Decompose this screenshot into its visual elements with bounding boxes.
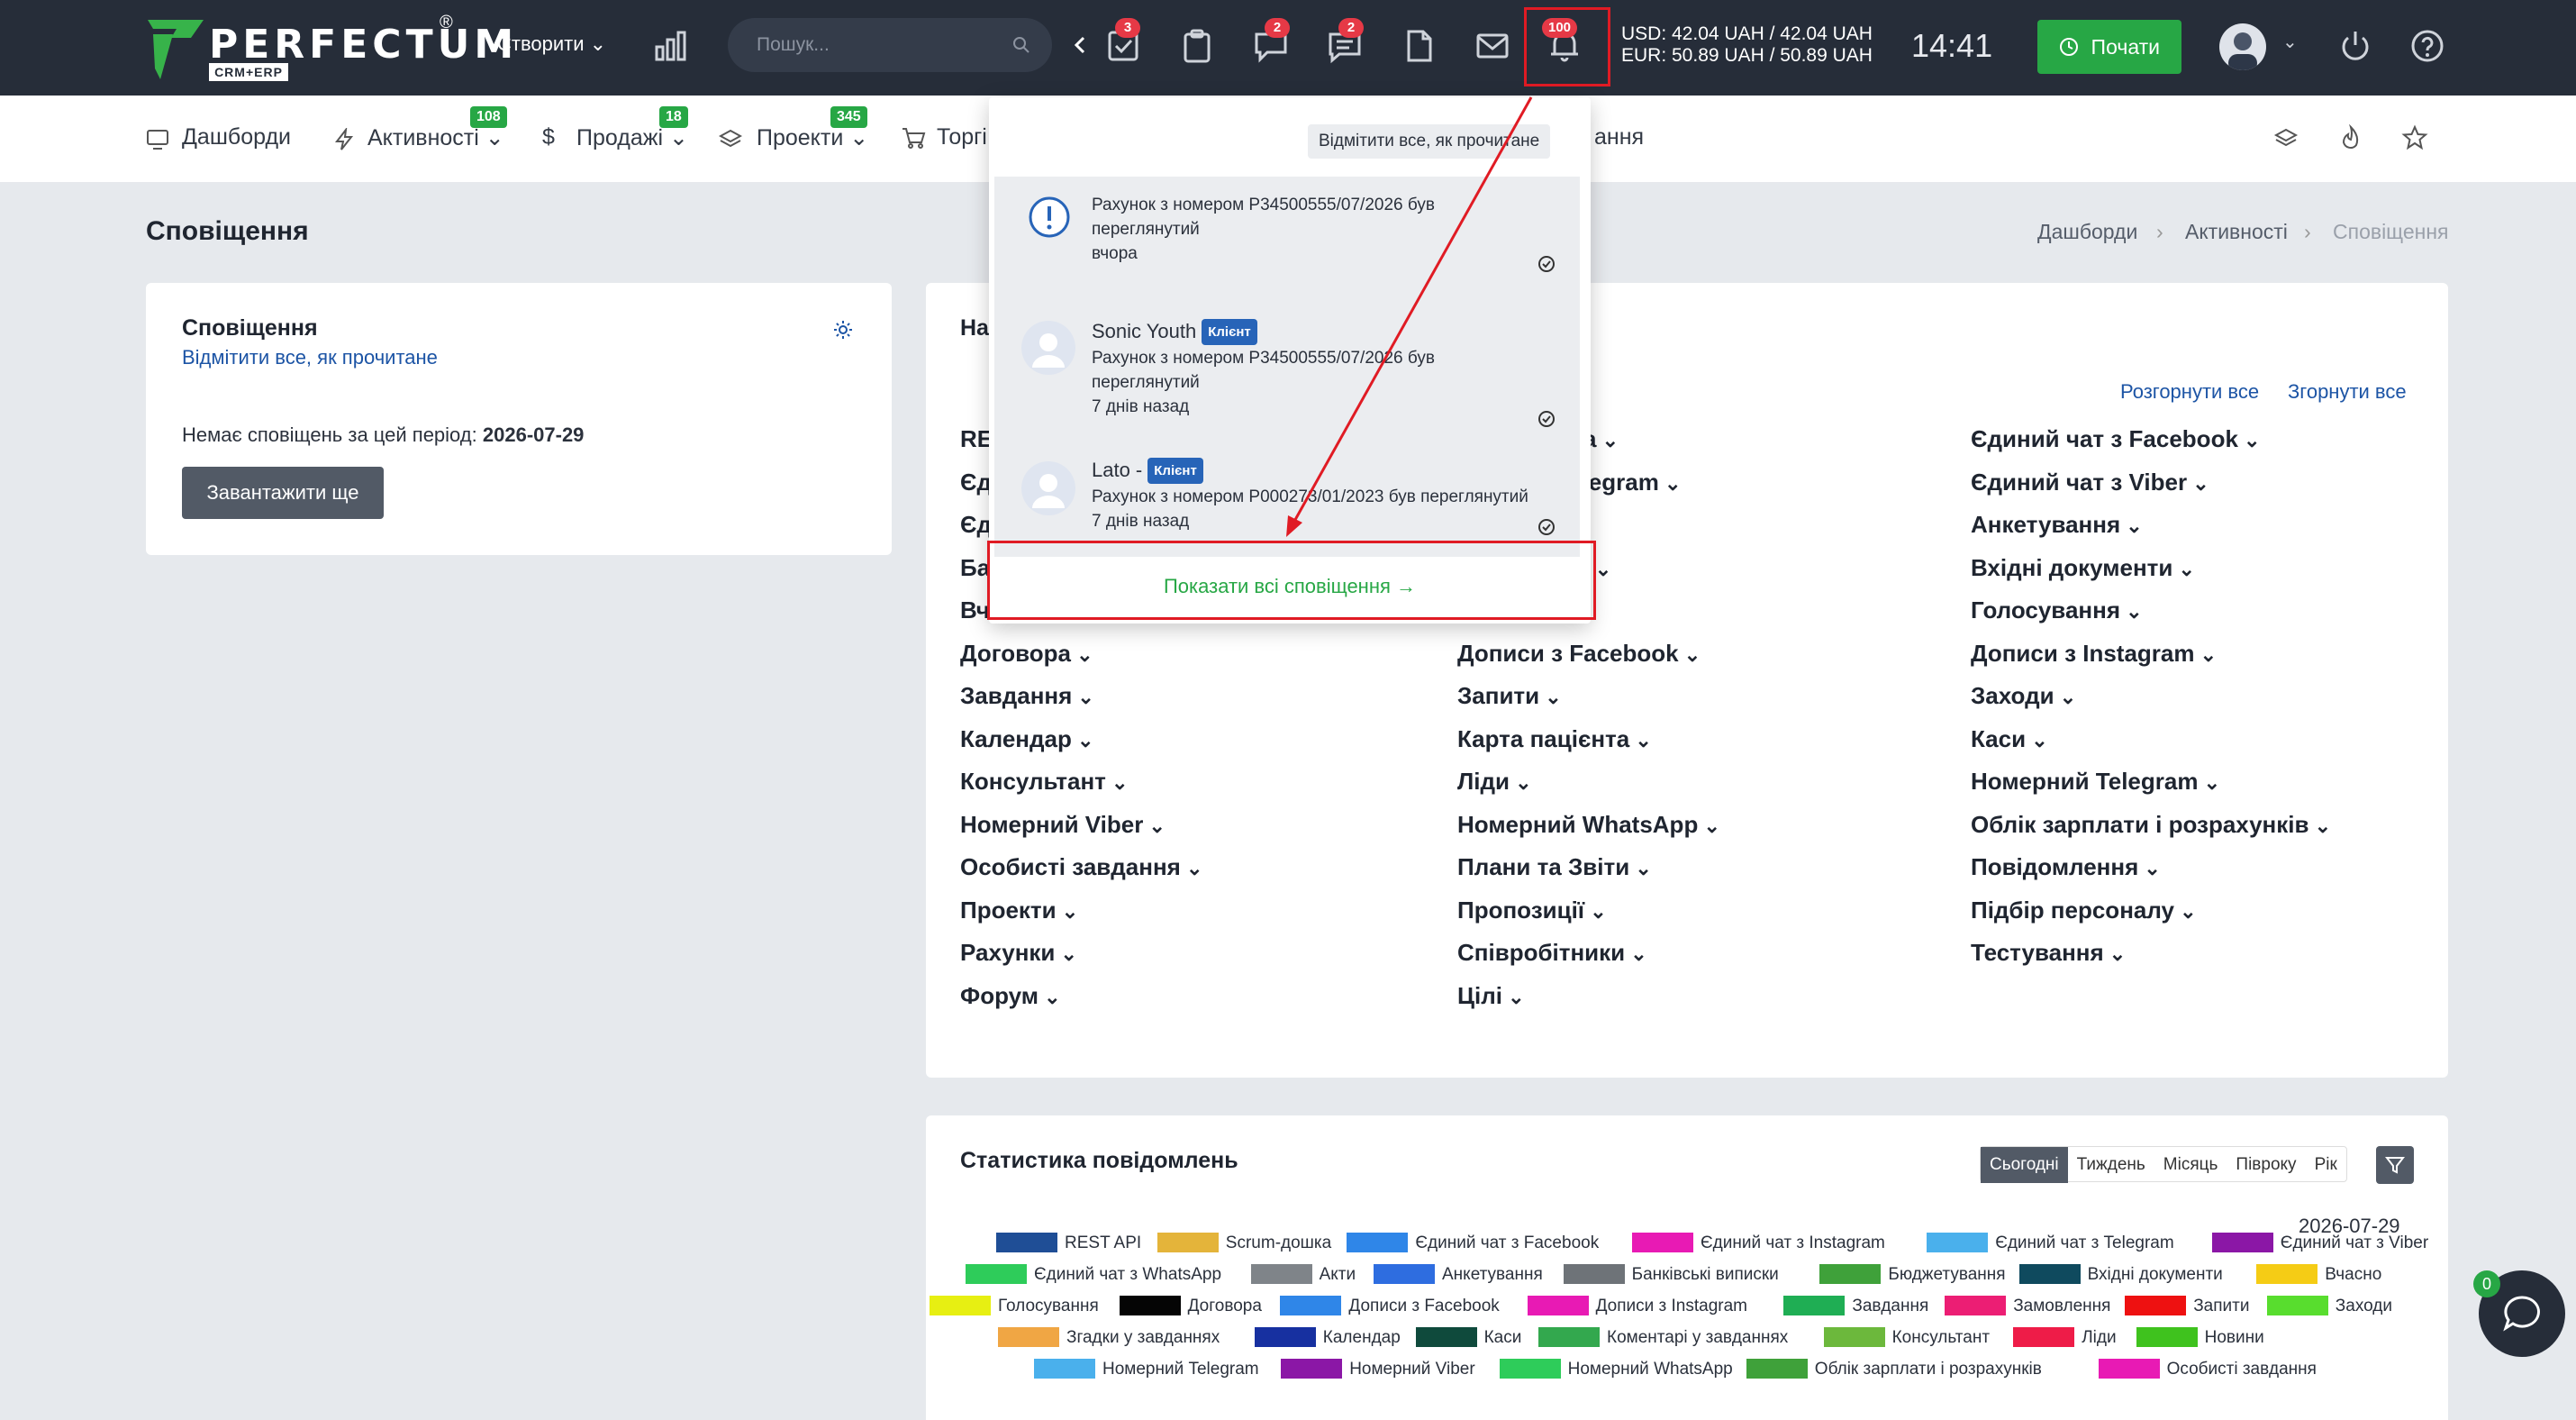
chat-bubble-icon [2503,1296,2540,1332]
chat-count-badge: 0 [2473,1270,2500,1297]
annotation-arrow-icon [1286,96,1533,537]
